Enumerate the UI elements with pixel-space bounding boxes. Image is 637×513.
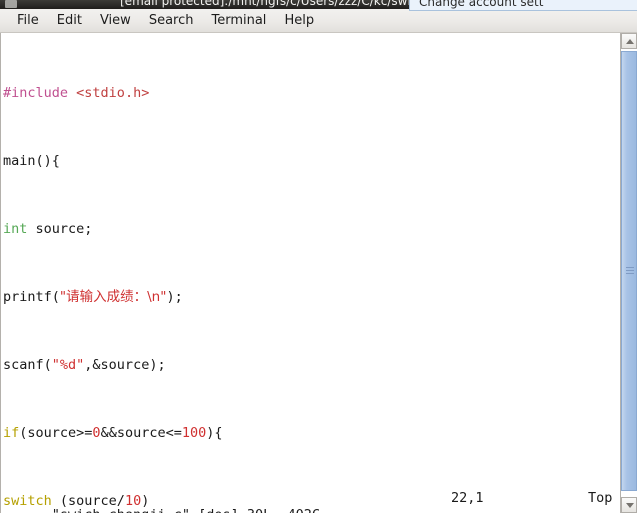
menubar: File Edit View Search Terminal Help xyxy=(0,9,637,33)
editor-code-area[interactable]: #include <stdio.h> main(){ int source; p… xyxy=(3,34,620,513)
variable-source-decl: source; xyxy=(27,221,93,237)
keyword-int: int xyxy=(3,221,28,237)
code-line-3: int source; xyxy=(3,221,620,238)
status-file-info: "swich_chengji.c" [dos] 30L, 402C xyxy=(52,507,320,513)
terminal-window: [email protected]:/mnt/hgfs/c/Users/zzz/… xyxy=(0,0,637,513)
number-zero: 0 xyxy=(92,425,101,441)
vim-status-line: "swich_chengji.c" [dos] 30L, 402C 22,1 T… xyxy=(3,490,615,513)
main-declaration: main(){ xyxy=(3,153,60,169)
terminal-viewport[interactable]: #include <stdio.h> main(){ int source; p… xyxy=(0,33,620,513)
menu-item-edit[interactable]: Edit xyxy=(48,11,91,31)
code-line-1: #include <stdio.h> xyxy=(3,85,620,102)
scanf-arg: ,&source); xyxy=(84,357,166,373)
scroll-down-arrow-icon xyxy=(626,503,634,508)
status-cursor-position: 22,1 xyxy=(451,490,484,506)
scrollbar-track[interactable] xyxy=(621,49,637,497)
change-account-settings-popup[interactable]: Change account sett xyxy=(409,0,637,11)
code-line-2: main(){ xyxy=(3,153,620,170)
line4-close: ); xyxy=(166,289,183,305)
code-line-6: if(source>=0&&source<=100){ xyxy=(3,425,223,441)
menu-item-view[interactable]: View xyxy=(91,11,140,31)
scrollbar-thumb[interactable] xyxy=(621,51,637,491)
popup-label: Change account sett xyxy=(419,0,544,9)
include-header: <stdio.h> xyxy=(76,85,150,101)
status-scroll-position: Top xyxy=(588,490,613,506)
scroll-up-button[interactable] xyxy=(621,33,637,49)
preprocessor-directive: #include xyxy=(3,85,69,101)
code-line-5: scanf("%d",&source); xyxy=(3,357,620,374)
vertical-scrollbar[interactable] xyxy=(620,33,637,513)
number-hundred: 100 xyxy=(181,425,207,441)
scrollbar-grip-icon xyxy=(626,267,634,275)
string-format-d: "%d" xyxy=(51,357,85,373)
scroll-up-arrow-icon xyxy=(626,39,634,44)
keyword-if: if xyxy=(3,425,20,441)
menu-item-search[interactable]: Search xyxy=(140,11,203,31)
menu-item-file[interactable]: File xyxy=(8,11,48,31)
scroll-down-button[interactable] xyxy=(621,497,637,513)
scanf-call: scanf( xyxy=(3,357,52,373)
terminal-icon xyxy=(5,0,17,8)
menu-item-terminal[interactable]: Terminal xyxy=(202,11,275,31)
code-line-4: printf("请输入成绩：\n"); xyxy=(3,289,620,306)
menu-item-help[interactable]: Help xyxy=(275,11,323,31)
string-prompt: "请输入成绩：\n" xyxy=(59,289,167,305)
printf-call: printf( xyxy=(3,289,60,305)
